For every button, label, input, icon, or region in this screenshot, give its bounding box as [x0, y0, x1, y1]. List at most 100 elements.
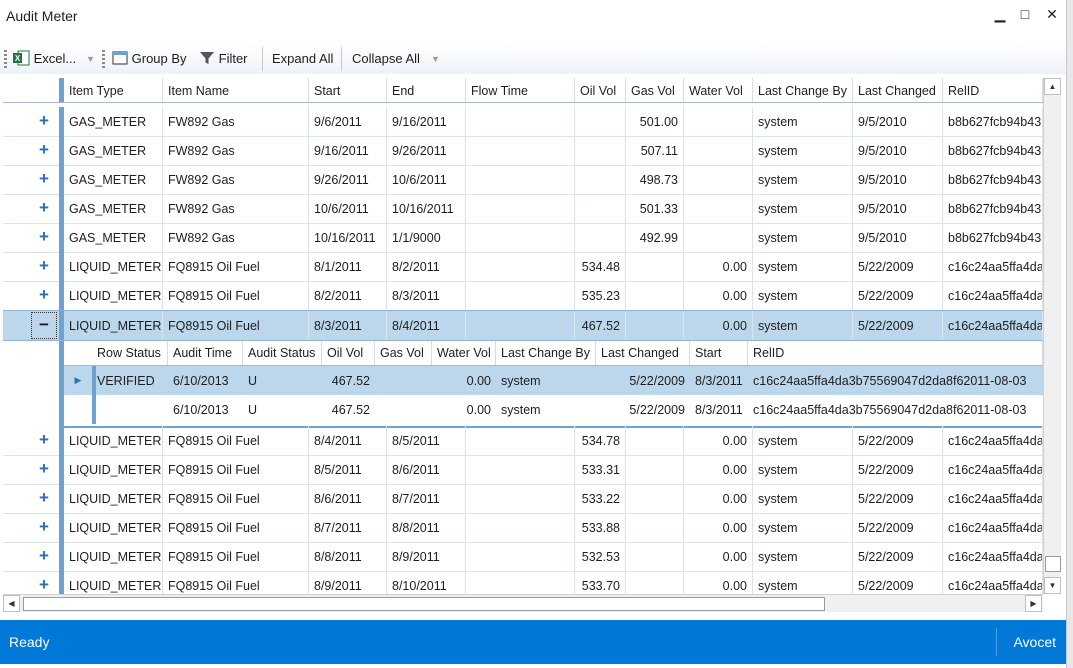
- excel-dropdown-icon[interactable]: ▼: [86, 54, 95, 64]
- expand-row-icon[interactable]: +: [31, 194, 57, 223]
- table-cell: 9/6/2011: [309, 107, 387, 136]
- collapse-row-icon[interactable]: −: [31, 312, 57, 339]
- column-header[interactable]: Flow Time: [466, 78, 575, 102]
- table-row[interactable]: + LIQUID_METER FQ8915 Oil Fuel 8/5/2011 8/6/…: [3, 455, 1043, 485]
- table-row[interactable]: + GAS_METER FW892 Gas 10/6/2011 10/16/2011 50…: [3, 194, 1043, 224]
- expand-row-icon[interactable]: +: [31, 107, 57, 136]
- table-row[interactable]: + LIQUID_METER FQ8915 Oil Fuel 8/8/2011 8/9/…: [3, 542, 1043, 572]
- group-by-button[interactable]: Group By: [112, 49, 187, 69]
- table-cell: [626, 542, 684, 571]
- grid-header: Item Type Item Name Start End Flow Time Oil V…: [3, 78, 1043, 103]
- collapse-all-button[interactable]: Collapse All: [352, 49, 420, 69]
- expand-row-icon[interactable]: +: [31, 223, 57, 252]
- column-header[interactable]: Start: [309, 78, 387, 102]
- detail-row[interactable]: ▶ VERIFIED 6/10/2013 U 467.52 0.00 system 5/22/…: [64, 366, 1043, 395]
- detail-column-header[interactable]: Start: [690, 341, 748, 365]
- table-cell: c16c24aa5ffa4da: [943, 571, 1043, 594]
- table-cell: 5/22/2009: [853, 571, 943, 594]
- expand-all-button[interactable]: Expand All: [272, 49, 333, 69]
- detail-cell: system: [501, 374, 541, 388]
- detail-column-header[interactable]: RelID: [748, 341, 1043, 365]
- maximize-button[interactable]: □: [1013, 4, 1037, 24]
- toolbar-grip-icon-2[interactable]: [102, 50, 105, 68]
- detail-row[interactable]: 6/10/2013 U 467.52 0.00 system 5/22/2009 8/3/2…: [64, 395, 1043, 424]
- scroll-right-button[interactable]: ▶: [1025, 595, 1042, 612]
- expand-row-icon[interactable]: +: [31, 542, 57, 571]
- expand-row-icon[interactable]: +: [31, 281, 57, 310]
- horizontal-scroll-thumb[interactable]: [23, 597, 825, 611]
- filter-button[interactable]: Filter: [199, 49, 248, 69]
- table-cell: c16c24aa5ffa4da: [943, 455, 1043, 484]
- detail-column-header[interactable]: Last Changed: [596, 341, 690, 365]
- detail-column-header[interactable]: Audit Status: [243, 341, 322, 365]
- column-header[interactable]: Oil Vol: [575, 78, 626, 102]
- excel-export-button[interactable]: X Excel...: [12, 49, 76, 69]
- table-cell: b8b627fcb94b43: [943, 136, 1043, 165]
- column-header[interactable]: Gas Vol: [626, 78, 684, 102]
- column-header[interactable]: Water Vol: [684, 78, 753, 102]
- table-cell: FW892 Gas: [163, 107, 309, 136]
- detail-column-header[interactable]: Gas Vol: [375, 341, 432, 365]
- detail-column-header[interactable]: Last Change By: [496, 341, 596, 365]
- table-cell: c16c24aa5ffa4da: [943, 426, 1043, 455]
- expand-row-icon[interactable]: +: [31, 165, 57, 194]
- table-cell: 8/3/2011: [387, 281, 466, 310]
- column-header[interactable]: RelID: [943, 78, 1043, 102]
- table-cell: 8/2/2011: [309, 281, 387, 310]
- column-header[interactable]: Item Type: [64, 78, 163, 102]
- expand-row-icon[interactable]: +: [31, 252, 57, 281]
- detail-column-header[interactable]: Audit Time: [168, 341, 243, 365]
- minimize-button[interactable]: ▁: [988, 4, 1012, 24]
- column-header[interactable]: End: [387, 78, 466, 102]
- table-cell: FW892 Gas: [163, 165, 309, 194]
- table-row[interactable]: + GAS_METER FW892 Gas 9/16/2011 9/26/2011 507…: [3, 136, 1043, 166]
- table-cell: [575, 223, 626, 252]
- table-cell: 0.00: [684, 542, 753, 571]
- svg-text:X: X: [15, 54, 21, 63]
- detail-column-header[interactable]: Row Status: [92, 341, 168, 365]
- table-cell: 507.11: [626, 136, 684, 165]
- close-button[interactable]: ✕: [1040, 4, 1064, 24]
- expand-row-icon[interactable]: +: [31, 136, 57, 165]
- table-cell: FQ8915 Oil Fuel: [163, 455, 309, 484]
- table-row[interactable]: + LIQUID_METER FQ8915 Oil Fuel 8/1/2011 8/2/…: [3, 252, 1043, 282]
- expand-row-icon[interactable]: +: [31, 455, 57, 484]
- table-cell: [626, 455, 684, 484]
- toolbar-overflow-icon[interactable]: ▼: [431, 54, 440, 64]
- table-cell: 8/5/2011: [387, 426, 466, 455]
- table-cell: [626, 484, 684, 513]
- toolbar-grip-icon[interactable]: [4, 50, 7, 68]
- vertical-scroll-thumb[interactable]: [1045, 556, 1061, 572]
- scroll-down-button[interactable]: ▼: [1044, 577, 1061, 594]
- table-row[interactable]: + LIQUID_METER FQ8915 Oil Fuel 8/7/2011 8/8/…: [3, 513, 1043, 543]
- table-row[interactable]: + LIQUID_METER FQ8915 Oil Fuel 8/2/2011 8/3/…: [3, 281, 1043, 311]
- column-header[interactable]: Item Name: [163, 78, 309, 102]
- scroll-left-button[interactable]: ◀: [3, 595, 20, 612]
- table-cell: LIQUID_METER: [64, 542, 163, 571]
- table-row[interactable]: + GAS_METER FW892 Gas 9/26/2011 10/6/2011 498…: [3, 165, 1043, 195]
- column-header[interactable]: Last Changed: [853, 78, 943, 102]
- detail-column-header[interactable]: Water Vol: [432, 341, 496, 365]
- detail-cell: 6/10/2013: [173, 403, 229, 417]
- table-row[interactable]: + GAS_METER FW892 Gas 9/6/2011 9/16/2011 501.…: [3, 107, 1043, 137]
- table-cell: [466, 426, 575, 455]
- detail-column-header[interactable]: Oil Vol: [322, 341, 375, 365]
- expand-row-icon[interactable]: +: [31, 571, 57, 594]
- vertical-scrollbar[interactable]: ▲ ▼: [1043, 78, 1061, 594]
- table-cell: FQ8915 Oil Fuel: [163, 281, 309, 310]
- scroll-up-button[interactable]: ▲: [1044, 78, 1061, 95]
- column-header[interactable]: Last Change By: [753, 78, 853, 102]
- table-row[interactable]: + GAS_METER FW892 Gas 10/16/2011 1/1/9000 492…: [3, 223, 1043, 253]
- table-cell: 5/22/2009: [853, 513, 943, 542]
- horizontal-scrollbar[interactable]: ◀ ▶: [3, 594, 1043, 612]
- table-cell: system: [753, 542, 853, 571]
- table-cell: 5/22/2009: [853, 281, 943, 310]
- expand-row-icon[interactable]: +: [31, 484, 57, 513]
- table-row[interactable]: + LIQUID_METER FQ8915 Oil Fuel 8/6/2011 8/7/…: [3, 484, 1043, 514]
- table-row[interactable]: + LIQUID_METER FQ8915 Oil Fuel 8/9/2011 8/10…: [3, 571, 1043, 594]
- table-row[interactable]: + LIQUID_METER FQ8915 Oil Fuel 8/4/2011 8/5/…: [3, 426, 1043, 456]
- expand-row-icon[interactable]: +: [31, 513, 57, 542]
- table-row[interactable]: − LIQUID_METER FQ8915 Oil Fuel 8/3/2011 8/4/…: [3, 310, 1043, 341]
- table-cell: c16c24aa5ffa4da: [943, 252, 1043, 281]
- expand-row-icon[interactable]: +: [31, 426, 57, 455]
